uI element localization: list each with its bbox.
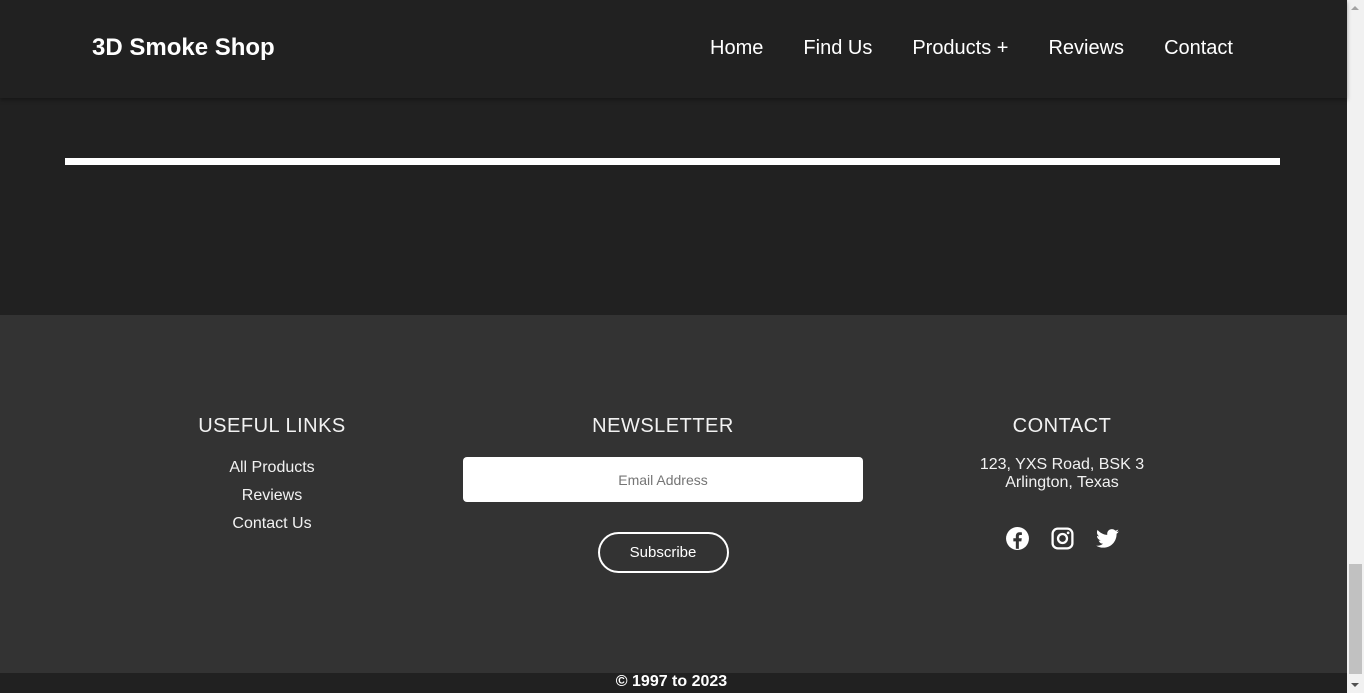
footer-link-reviews[interactable]: Reviews — [172, 482, 372, 510]
footer-link-contact-us[interactable]: Contact Us — [172, 510, 372, 538]
social-links — [952, 526, 1172, 551]
address-line-2: Arlington, Texas — [1005, 474, 1119, 491]
scroll-down-arrow-icon[interactable] — [1347, 676, 1364, 693]
footer-link-all-products[interactable]: All Products — [172, 454, 372, 482]
copyright-text: © 1997 to 2023 — [615, 673, 728, 690]
email-field[interactable] — [463, 457, 863, 502]
contact-heading: CONTACT — [1012, 415, 1112, 437]
nav-item-contact: Contact — [1164, 35, 1233, 61]
contact-column: CONTACT 123, YXS Road, BSK 3 Arlington, … — [952, 413, 1172, 551]
scrollbar-thumb[interactable] — [1349, 564, 1362, 674]
scroll-up-arrow-icon[interactable] — [1347, 0, 1364, 17]
subscribe-button[interactable]: Subscribe — [597, 532, 729, 573]
nav-item-home: Home — [710, 35, 763, 61]
nav-item-reviews: Reviews — [1048, 35, 1124, 61]
site-header: 3D Smoke Shop Home Find Us Products + Re… — [0, 0, 1347, 98]
nav-link-products[interactable]: Products + — [912, 37, 1008, 59]
address-line-1: 123, YXS Road, BSK 3 — [979, 456, 1145, 473]
vertical-scrollbar[interactable] — [1347, 0, 1364, 693]
useful-links-list: All Products Reviews Contact Us — [172, 454, 372, 538]
newsletter-column: NEWSLETTER Subscribe — [463, 413, 863, 573]
page-content: 3D Smoke Shop Home Find Us Products + Re… — [0, 0, 1347, 693]
nav-link-home[interactable]: Home — [710, 37, 763, 59]
brand-logo-link[interactable]: 3D Smoke Shop — [92, 32, 275, 64]
instagram-icon[interactable] — [1050, 526, 1075, 551]
newsletter-heading: NEWSLETTER — [592, 415, 734, 437]
nav-item-find-us: Find Us — [803, 35, 872, 61]
content-section — [0, 98, 1347, 315]
site-footer: USEFUL LINKS All Products Reviews Contac… — [0, 315, 1347, 673]
nav-link-find-us[interactable]: Find Us — [803, 37, 872, 59]
contact-address: 123, YXS Road, BSK 3 Arlington, Texas — [952, 456, 1172, 492]
copyright-bar: © 1997 to 2023 — [0, 673, 1347, 693]
nav-item-products: Products + — [912, 35, 1008, 61]
page: 3D Smoke Shop Home Find Us Products + Re… — [0, 0, 1364, 693]
twitter-icon[interactable] — [1095, 526, 1120, 551]
main-nav: Home Find Us Products + Reviews Contact — [710, 35, 1233, 61]
facebook-icon[interactable] — [1005, 526, 1030, 551]
nav-link-contact[interactable]: Contact — [1164, 37, 1233, 59]
useful-links-column: USEFUL LINKS All Products Reviews Contac… — [172, 413, 372, 538]
nav-link-reviews[interactable]: Reviews — [1048, 37, 1124, 59]
section-divider — [65, 158, 1280, 165]
useful-links-heading: USEFUL LINKS — [198, 415, 346, 437]
